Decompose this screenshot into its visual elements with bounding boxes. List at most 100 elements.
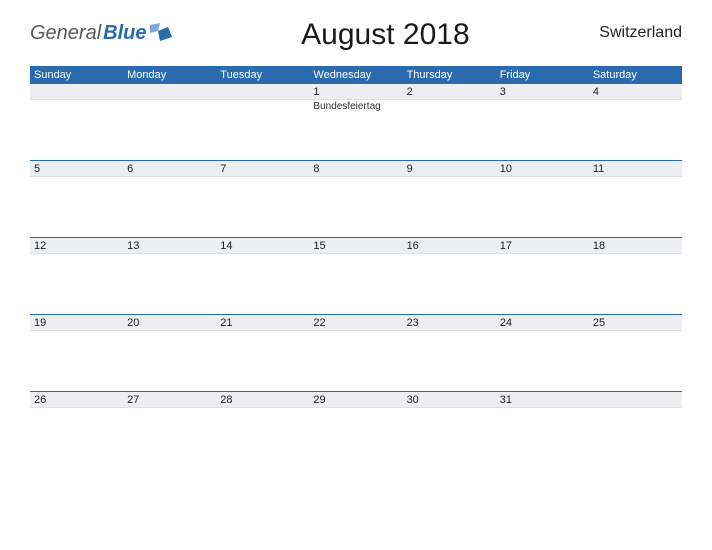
day-event: [309, 254, 402, 314]
day-event: [496, 331, 589, 391]
day-cell-body: [216, 177, 309, 238]
week-body-row: [30, 254, 682, 315]
day-cell-header: 21: [216, 315, 309, 332]
day-cell-header: 13: [123, 238, 216, 255]
day-cell-body: [589, 254, 682, 315]
weekday-header: Sunday: [30, 66, 123, 84]
day-event: [589, 177, 682, 237]
day-cell-body: [30, 100, 123, 161]
day-event: [216, 177, 309, 237]
day-event: [123, 177, 216, 237]
day-cell-header: 14: [216, 238, 309, 255]
day-number: 30: [403, 392, 496, 408]
logo-text-general: General: [30, 22, 101, 45]
day-event: [30, 331, 123, 391]
day-event: [30, 177, 123, 237]
day-event: [403, 100, 496, 160]
day-cell-body: [496, 177, 589, 238]
day-cell-header: [30, 84, 123, 100]
logo-text-blue: Blue: [103, 22, 146, 45]
day-event: [403, 331, 496, 391]
day-event: [589, 254, 682, 314]
day-number: [589, 392, 682, 408]
day-event: [216, 331, 309, 391]
day-cell-header: 17: [496, 238, 589, 255]
day-number: 11: [589, 161, 682, 177]
day-number: 5: [30, 161, 123, 177]
day-cell-body: [309, 408, 402, 468]
day-event: [30, 408, 123, 468]
day-cell-body: [589, 408, 682, 468]
week-number-row: 1234: [30, 84, 682, 100]
week-number-row: 19202122232425: [30, 315, 682, 332]
day-cell-body: [216, 100, 309, 161]
day-number: 17: [496, 238, 589, 254]
day-number: 3: [496, 84, 589, 100]
day-number: 12: [30, 238, 123, 254]
week-number-row: 12131415161718: [30, 238, 682, 255]
day-number: 15: [309, 238, 402, 254]
day-number: 26: [30, 392, 123, 408]
day-cell-header: 24: [496, 315, 589, 332]
day-number: 31: [496, 392, 589, 408]
day-number: 23: [403, 315, 496, 331]
day-event: [216, 408, 309, 468]
logo-flag-icon: [150, 23, 172, 41]
day-event: [309, 408, 402, 468]
day-cell-header: 26: [30, 392, 123, 409]
day-cell-body: [216, 408, 309, 468]
day-number: 21: [216, 315, 309, 331]
day-event: [496, 254, 589, 314]
day-cell-header: [589, 392, 682, 409]
day-number: 24: [496, 315, 589, 331]
weekday-header: Friday: [496, 66, 589, 84]
day-event: [403, 408, 496, 468]
day-event: [589, 408, 682, 468]
day-number: 1: [309, 84, 402, 100]
day-cell-header: 31: [496, 392, 589, 409]
day-number: 13: [123, 238, 216, 254]
day-cell-body: [403, 408, 496, 468]
day-cell-header: 30: [403, 392, 496, 409]
day-number: [216, 84, 309, 100]
day-cell-header: [123, 84, 216, 100]
day-event: [589, 331, 682, 391]
day-cell-header: 8: [309, 161, 402, 178]
day-cell-header: 25: [589, 315, 682, 332]
day-event: Bundesfeiertag: [309, 100, 402, 160]
day-number: 22: [309, 315, 402, 331]
weekday-header: Tuesday: [216, 66, 309, 84]
day-cell-header: 7: [216, 161, 309, 178]
day-cell-body: [309, 331, 402, 392]
day-event: [123, 331, 216, 391]
day-cell-body: [123, 254, 216, 315]
day-cell-body: [496, 331, 589, 392]
day-cell-header: 3: [496, 84, 589, 100]
day-cell-body: [403, 331, 496, 392]
week-body-row: [30, 331, 682, 392]
day-cell-header: 27: [123, 392, 216, 409]
day-cell-body: [30, 331, 123, 392]
day-number: [30, 84, 123, 100]
day-event: [123, 254, 216, 314]
day-number: 25: [589, 315, 682, 331]
day-event: [496, 177, 589, 237]
day-cell-body: [123, 408, 216, 468]
day-cell-header: 23: [403, 315, 496, 332]
day-cell-body: [30, 177, 123, 238]
week-body-row: Bundesfeiertag: [30, 100, 682, 161]
day-cell-header: 6: [123, 161, 216, 178]
day-cell-header: 19: [30, 315, 123, 332]
day-event: [30, 100, 123, 160]
day-number: 2: [403, 84, 496, 100]
day-cell-header: 18: [589, 238, 682, 255]
day-cell-body: [403, 177, 496, 238]
day-event: [309, 177, 402, 237]
day-event: [496, 408, 589, 468]
day-cell-header: [216, 84, 309, 100]
day-cell-header: 12: [30, 238, 123, 255]
country-label: Switzerland: [599, 24, 682, 42]
day-cell-header: 20: [123, 315, 216, 332]
day-cell-body: [496, 408, 589, 468]
weekday-header: Monday: [123, 66, 216, 84]
